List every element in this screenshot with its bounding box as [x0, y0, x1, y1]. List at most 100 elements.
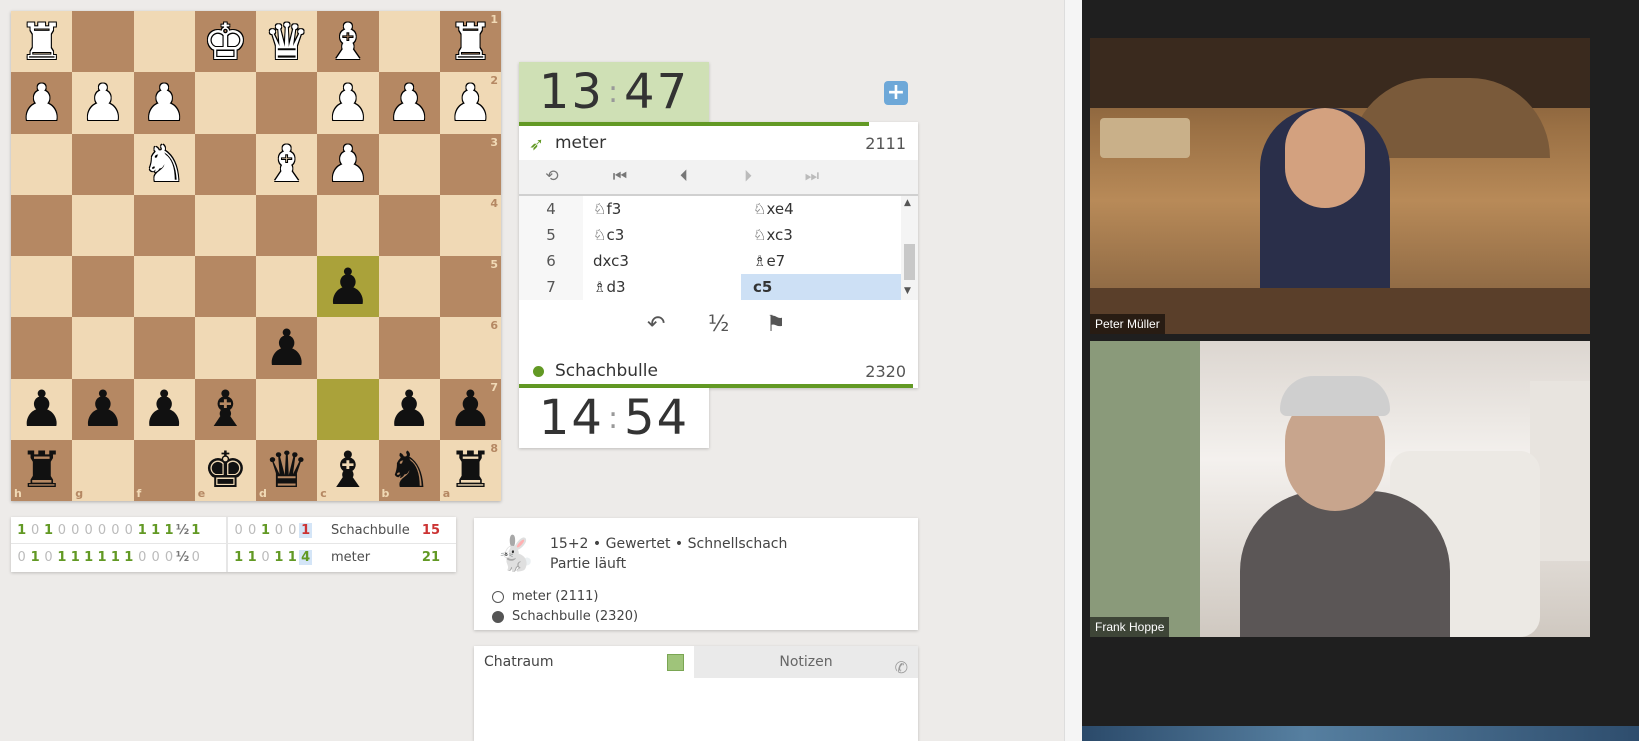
board-square-d2[interactable]: [256, 72, 318, 134]
crosstable-result[interactable]: 0: [109, 523, 122, 538]
black-rook-piece[interactable]: ♜: [448, 445, 493, 495]
phone-icon[interactable]: ✆: [895, 652, 908, 684]
board-square-b8[interactable]: ♞ b: [378, 439, 440, 501]
board-square-b2[interactable]: ♟: [378, 72, 440, 134]
scroll-thumb[interactable]: [904, 244, 915, 280]
black-pawn-piece[interactable]: ♟: [448, 384, 493, 434]
board-square-g7[interactable]: ♟: [72, 378, 134, 440]
board-square-h6[interactable]: [11, 317, 73, 379]
crosstable-player-name[interactable]: Schachbulle: [331, 523, 410, 538]
board-square-h5[interactable]: [11, 256, 73, 318]
board-square-c7[interactable]: [317, 378, 379, 440]
board-square-c3[interactable]: ♟: [317, 133, 379, 195]
board-square-g1[interactable]: [72, 11, 134, 73]
crosstable-result[interactable]: ½: [176, 523, 189, 538]
crosstable-result[interactable]: 1: [95, 550, 108, 565]
board-square-f7[interactable]: ♟: [133, 378, 195, 440]
video-feed-bottom[interactable]: Frank Hoppe: [1090, 341, 1590, 637]
move-list-scrollbar[interactable]: ▲ ▼: [901, 196, 918, 300]
board-square-b7[interactable]: ♟: [378, 378, 440, 440]
board-square-g6[interactable]: [72, 317, 134, 379]
board-square-a7[interactable]: ♟ 7: [439, 378, 501, 440]
crosstable-result[interactable]: 1: [122, 550, 135, 565]
white-queen-piece[interactable]: ♛: [264, 17, 309, 67]
white-pawn-piece[interactable]: ♟: [387, 78, 432, 128]
white-pawn-piece[interactable]: ♟: [142, 78, 187, 128]
crosstable-result[interactable]: 1: [149, 523, 162, 538]
chess-board[interactable]: ♜ ♚ ♛ ♝ ♜ 1 ♟ ♟ ♟ ♟ ♟ ♟ 2 ♞ ♝ ♟ 3 4 ♟ 5 ♟ 6 ♟ ♟ ♟ ♝ ♟ ♟ 7 ♜ h g f ♚ e ♛ d ♝ c ♞…: [11, 11, 501, 501]
board-square-c6[interactable]: [317, 317, 379, 379]
crosstable-player-name[interactable]: meter: [331, 550, 370, 565]
move-black[interactable]: ♘xe4: [741, 196, 901, 222]
board-square-h2[interactable]: ♟: [11, 72, 73, 134]
move-white[interactable]: ♘c3: [593, 222, 753, 248]
board-square-b4[interactable]: [378, 194, 440, 256]
player-name[interactable]: Schachbulle: [555, 361, 658, 381]
board-square-d7[interactable]: [256, 378, 318, 440]
board-square-g4[interactable]: [72, 194, 134, 256]
board-square-e2[interactable]: [194, 72, 256, 134]
board-square-d8[interactable]: ♛ d: [256, 439, 318, 501]
board-square-h1[interactable]: ♜: [11, 11, 73, 73]
crosstable-result[interactable]: 0: [162, 550, 175, 565]
crosstable-result[interactable]: ½: [176, 550, 189, 565]
board-square-g5[interactable]: [72, 256, 134, 318]
first-move-icon[interactable]: ⏮: [605, 166, 635, 186]
white-rook-piece[interactable]: ♜: [19, 17, 64, 67]
last-move-icon[interactable]: ⏭: [797, 166, 827, 186]
next-move-icon[interactable]: ⏵: [733, 166, 763, 186]
crosstable-result[interactable]: 0: [28, 523, 41, 538]
black-knight-piece[interactable]: ♞: [387, 445, 432, 495]
black-rook-piece[interactable]: ♜: [19, 445, 64, 495]
crosstable-result[interactable]: 1: [82, 550, 95, 565]
board-square-h4[interactable]: [11, 194, 73, 256]
white-bishop-piece[interactable]: ♝: [325, 17, 370, 67]
info-player-white[interactable]: meter (2111): [492, 589, 598, 604]
offer-draw-button[interactable]: ½: [708, 312, 729, 337]
previous-move-icon[interactable]: ⏴: [669, 166, 699, 186]
board-square-c8[interactable]: ♝ c: [317, 439, 379, 501]
board-square-b5[interactable]: [378, 256, 440, 318]
crosstable-recent-result[interactable]: 0: [272, 523, 285, 538]
board-square-f3[interactable]: ♞: [133, 133, 195, 195]
board-square-f2[interactable]: ♟: [133, 72, 195, 134]
crosstable-result[interactable]: 0: [69, 523, 82, 538]
board-square-d1[interactable]: ♛: [256, 11, 318, 73]
board-square-d6[interactable]: ♟: [256, 317, 318, 379]
board-square-b1[interactable]: [378, 11, 440, 73]
board-square-d4[interactable]: [256, 194, 318, 256]
crosstable-result[interactable]: 1: [55, 550, 68, 565]
crosstable-result[interactable]: 0: [82, 523, 95, 538]
resign-flag-icon[interactable]: ⚑: [766, 312, 786, 337]
crosstable-recent-result[interactable]: 1: [232, 550, 245, 565]
board-square-f5[interactable]: [133, 256, 195, 318]
crosstable-result[interactable]: 0: [55, 523, 68, 538]
board-square-a5[interactable]: 5: [439, 256, 501, 318]
board-square-e5[interactable]: [194, 256, 256, 318]
board-square-a8[interactable]: ♜ 8 a: [439, 439, 501, 501]
chat-toggle-checkbox[interactable]: [667, 654, 684, 671]
board-square-a3[interactable]: 3: [439, 133, 501, 195]
black-pawn-piece[interactable]: ♟: [264, 323, 309, 373]
move-white[interactable]: ♗d3: [593, 274, 753, 300]
crosstable-result[interactable]: 0: [189, 550, 202, 565]
board-square-e6[interactable]: [194, 317, 256, 379]
scroll-up-icon[interactable]: ▲: [904, 198, 911, 208]
black-bishop-piece[interactable]: ♝: [203, 384, 248, 434]
board-square-h7[interactable]: ♟: [11, 378, 73, 440]
white-rook-piece[interactable]: ♜: [448, 17, 493, 67]
crosstable-result[interactable]: 1: [162, 523, 175, 538]
board-square-g3[interactable]: [72, 133, 134, 195]
board-square-f4[interactable]: [133, 194, 195, 256]
board-square-b6[interactable]: [378, 317, 440, 379]
player-name[interactable]: meter: [555, 133, 606, 153]
board-square-a2[interactable]: ♟ 2: [439, 72, 501, 134]
board-square-c4[interactable]: [317, 194, 379, 256]
board-square-e4[interactable]: [194, 194, 256, 256]
crosstable-recent-result[interactable]: 0: [286, 523, 299, 538]
board-square-e7[interactable]: ♝: [194, 378, 256, 440]
black-pawn-piece[interactable]: ♟: [387, 384, 432, 434]
black-pawn-piece[interactable]: ♟: [325, 262, 370, 312]
crosstable-result[interactable]: 1: [136, 523, 149, 538]
board-square-f8[interactable]: f: [133, 439, 195, 501]
